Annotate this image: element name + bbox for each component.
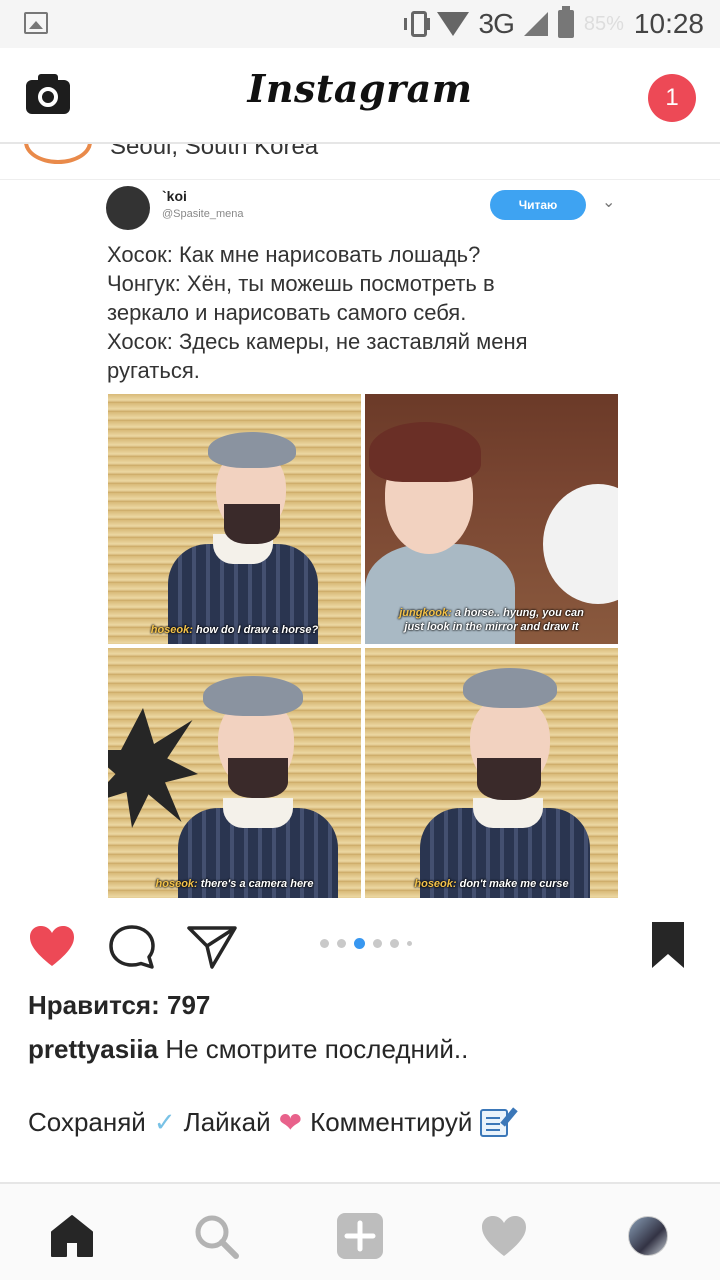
promo-comment: Комментируй	[310, 1107, 473, 1137]
meme-panel: jungkook: a horse.. hyung, you can just l…	[365, 394, 618, 644]
meme-grid: hoseok: how do I draw a horse? jungkook:…	[108, 394, 618, 898]
memo-icon	[480, 1108, 509, 1137]
caption-promo: Сохраняй ✓ Лайкай ❤ Комментируй	[28, 1106, 509, 1139]
tweet-line: зеркало и нарисовать самого себя.	[107, 300, 467, 325]
tweet-line: Хосок: Здесь камеры, не заставляй меня	[107, 329, 528, 354]
status-icons: 3G 85% 10:28	[403, 6, 704, 40]
likes-count[interactable]: Нравится: 797	[28, 990, 210, 1021]
profile-avatar[interactable]	[628, 1216, 668, 1256]
post-header: Seoul, South Korea	[0, 144, 720, 180]
tweet-name: `koi	[162, 188, 187, 204]
chevron-down-icon: ⌄	[602, 194, 616, 211]
post-media[interactable]: `koi @Spasite_mena Читаю ⌄ Хосок: Как мн…	[96, 180, 624, 902]
carousel-dot	[390, 939, 399, 948]
meme-panel: hoseok: there's a camera here	[108, 648, 361, 898]
comment-icon[interactable]	[108, 924, 156, 970]
tweet-line: Хосок: Как мне нарисовать лошадь?	[107, 242, 481, 267]
search-icon[interactable]	[192, 1212, 240, 1260]
carousel-dot	[337, 939, 346, 948]
carousel-dot	[373, 939, 382, 948]
pink-heart-icon: ❤	[278, 1107, 303, 1138]
gallery-icon	[24, 12, 48, 34]
tweet-follow-button: Читаю	[490, 190, 586, 220]
carousel-dot	[320, 939, 329, 948]
post-location[interactable]: Seoul, South Korea	[110, 144, 318, 161]
caption-text: Не смотрите последний..	[165, 1034, 469, 1064]
clock: 10:28	[633, 8, 704, 39]
battery-percent: 85%	[583, 12, 624, 35]
bottom-nav	[0, 1182, 720, 1280]
post-actions	[0, 902, 720, 986]
battery-icon	[557, 6, 574, 38]
vibrate-icon	[403, 11, 430, 37]
activity-icon[interactable]	[480, 1212, 528, 1260]
signal-icon	[523, 12, 548, 36]
brand-logo: Instagram	[247, 66, 473, 111]
tweet-line: Чонгук: Хён, ты можешь посмотреть в	[107, 271, 495, 296]
tweet-handle: @Spasite_mena	[162, 208, 244, 220]
share-icon[interactable]	[186, 924, 238, 970]
caption-username[interactable]: prettyasiia	[28, 1034, 158, 1064]
panel-caption: hoseok: don't make me curse	[414, 878, 569, 890]
add-icon[interactable]	[336, 1212, 384, 1260]
bookmark-icon[interactable]	[652, 922, 684, 968]
carousel-dot	[407, 941, 412, 946]
carousel-indicator	[320, 938, 412, 949]
carousel-dot-active	[354, 938, 365, 949]
meme-panel: hoseok: how do I draw a horse?	[108, 394, 361, 644]
check-icon: ✓	[153, 1107, 176, 1137]
panel-caption: jungkook: a horse.. hyung, you can just l…	[399, 607, 584, 633]
promo-like: Лайкай	[183, 1107, 271, 1137]
meme-panel: hoseok: don't make me curse	[365, 648, 618, 898]
heart-icon[interactable]	[28, 924, 76, 968]
panel-caption: hoseok: how do I draw a horse?	[150, 624, 319, 636]
network-type: 3G	[478, 8, 515, 39]
wifi-icon	[436, 12, 469, 36]
notification-badge[interactable]: 1	[648, 74, 696, 122]
tweet-line: ругаться.	[107, 358, 200, 383]
tweet-text: Хосок: Как мне нарисовать лошадь? Чонгук…	[107, 240, 617, 385]
promo-save: Сохраняй	[28, 1107, 146, 1137]
author-avatar[interactable]	[24, 144, 92, 164]
home-icon[interactable]	[48, 1212, 96, 1260]
status-bar: 3G 85% 10:28	[0, 0, 720, 48]
app-bar: Instagram 1	[0, 48, 720, 144]
panel-caption: hoseok: there's a camera here	[155, 878, 314, 890]
tweet-avatar	[106, 186, 150, 230]
post-caption: prettyasiia Не смотрите последний..	[28, 1034, 468, 1065]
